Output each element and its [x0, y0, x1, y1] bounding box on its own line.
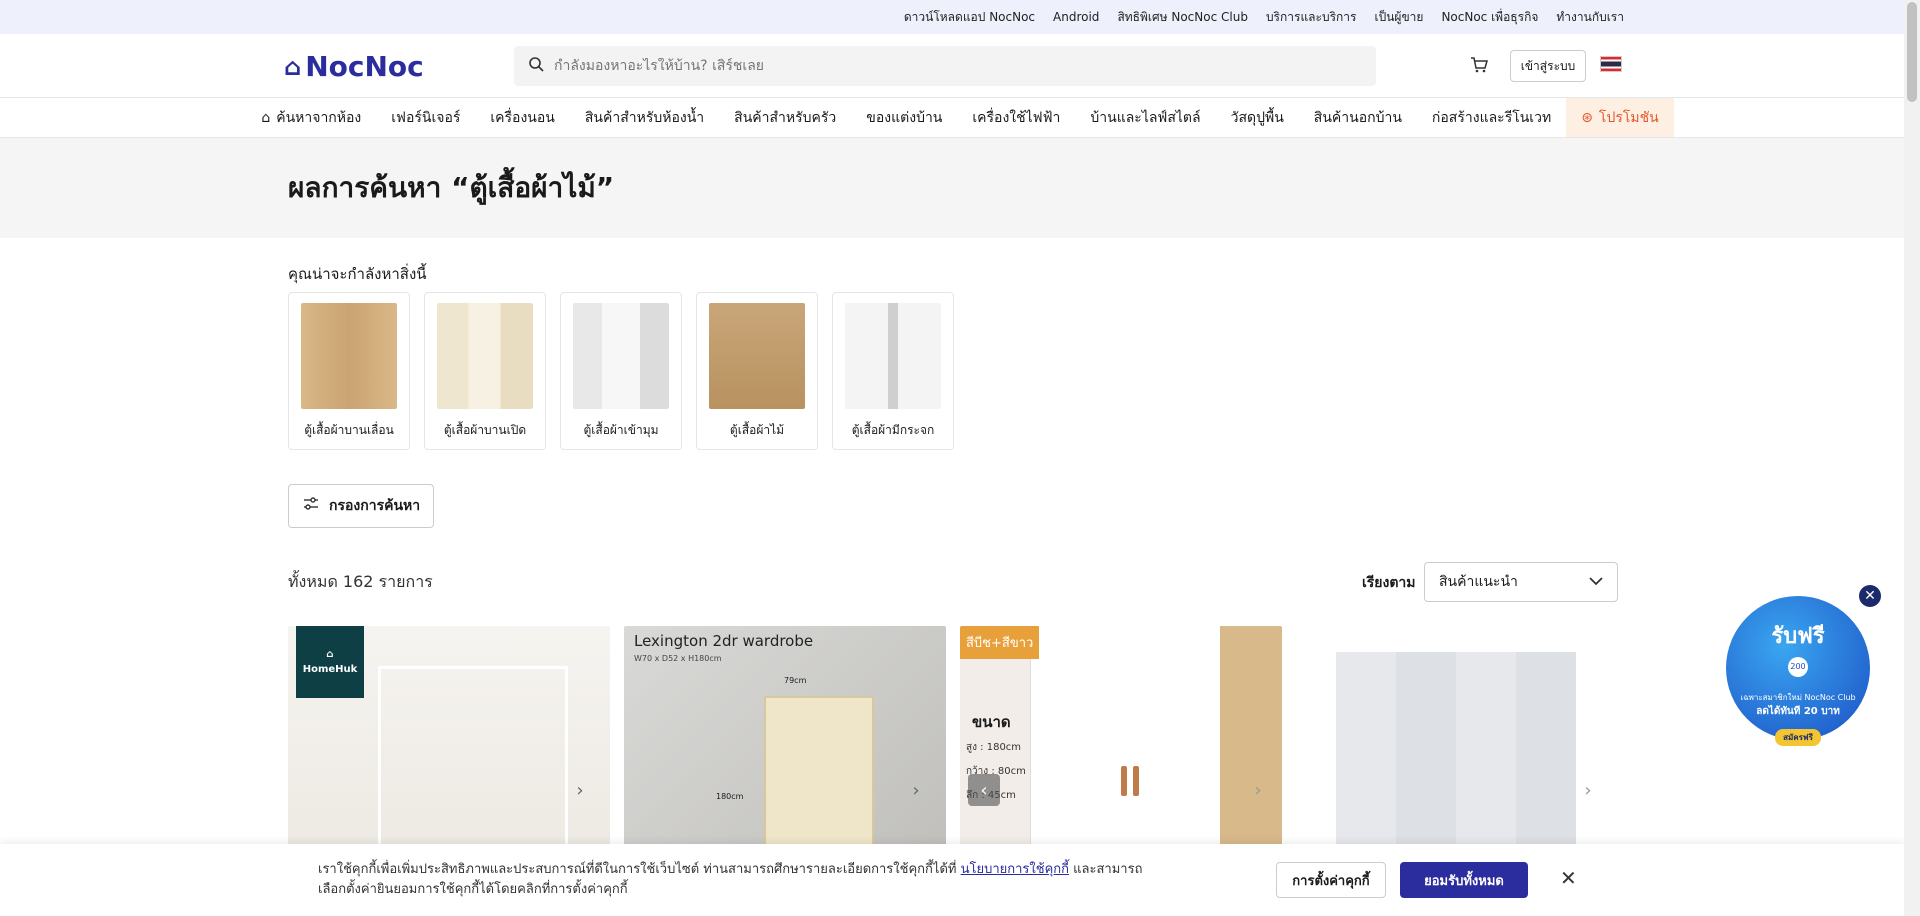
product-image-dims: W70 x D52 x H180cm [634, 654, 722, 663]
suggestion-image [573, 303, 669, 409]
brand-tag: ⌂ HomeHuk [296, 626, 364, 698]
nav-item-furniture[interactable]: เฟอร์นิเจอร์ [376, 98, 475, 137]
topbar-android[interactable]: Android [1053, 10, 1099, 24]
topbar-careers[interactable]: ทำงานกับเรา [1556, 8, 1624, 27]
result-count: ทั้งหมด 162 รายการ [288, 572, 433, 591]
product-image-height: 180cm [716, 792, 744, 801]
close-icon[interactable]: ✕ [1560, 866, 1577, 890]
nav-item-outdoor[interactable]: สินค้านอกบ้าน [1299, 98, 1417, 137]
chevron-down-icon [1589, 574, 1603, 590]
filter-label: กรองการค้นหา [329, 498, 421, 514]
spec-height: สูง : 180cm [966, 742, 1022, 753]
color-tag: สีบีช+สีขาว [960, 626, 1040, 659]
suggestion-mirror[interactable]: ตู้เสื้อผ้ามีกระจก [832, 292, 954, 450]
cabinet-handle [1133, 766, 1139, 796]
next-image-button[interactable]: › [1242, 774, 1274, 806]
next-image-button[interactable]: › [1572, 774, 1604, 806]
promo-title: รับฟรี [1771, 623, 1825, 649]
sort-select[interactable]: สินค้าแนะนำ [1424, 562, 1618, 602]
close-icon[interactable]: ✕ [1859, 585, 1881, 607]
page-title: ผลการค้นหา “ตู้เสื้อผ้าไม้” [288, 171, 615, 204]
search-bar[interactable] [514, 46, 1376, 86]
next-image-button[interactable]: › [900, 774, 932, 806]
nav-item-flooring[interactable]: วัสดุปูพื้น [1216, 98, 1299, 137]
prev-image-button[interactable]: ‹ [968, 774, 1000, 806]
cookie-banner: เราใช้คุกกี้เพื่อเพิ่มประสิทธิภาพและประส… [0, 844, 1904, 916]
search-input[interactable] [554, 58, 1334, 74]
suggestion-hinged[interactable]: ตู้เสื้อผ้าบานเปิด [424, 292, 546, 450]
nav-item-kitchen[interactable]: สินค้าสำหรับครัว [719, 98, 851, 137]
nav-item-bedding[interactable]: เครื่องนอน [475, 98, 569, 137]
cookie-settings-button[interactable]: การตั้งค่าคุกกี้ [1276, 862, 1386, 898]
nav-item-promotion[interactable]: ⊛ โปรโมชัน [1566, 98, 1674, 137]
suggestion-label: ตู้เสื้อผ้าไม้ [729, 423, 785, 437]
suggestion-wooden[interactable]: ตู้เสื้อผ้าไม้ [696, 292, 818, 450]
accept-all-button[interactable]: ยอมรับทั้งหมด [1400, 862, 1528, 898]
logo-house-icon: ⌂ [284, 52, 302, 81]
promo-discount: ลดได้ทันที 20 บาท [1756, 705, 1840, 717]
home-icon: ⌂ [261, 109, 271, 126]
nav-item-construction[interactable]: ก่อสร้างและรีโนเวท [1417, 98, 1566, 137]
suggestion-label: ตู้เสื้อผ้าบานเลื่อน [304, 423, 394, 437]
cart-icon[interactable] [1470, 56, 1488, 79]
suggestion-sliding[interactable]: ตู้เสื้อผ้าบานเลื่อน [288, 292, 410, 450]
header: ⌂ NocNoc เข้าสู่ระบบ [0, 34, 1920, 98]
nocnoc-logo[interactable]: ⌂ NocNoc [284, 50, 424, 83]
top-bar: ดาวน์โหลดแอป NocNoc Android สิทธิพิเศษ N… [0, 0, 1920, 34]
nav-item-decor[interactable]: ของแต่งบ้าน [851, 98, 957, 137]
sort-label: เรียงตาม [1362, 575, 1416, 591]
topbar-club[interactable]: สิทธิพิเศษ NocNoc Club [1117, 8, 1248, 27]
brand-house-icon: ⌂ [326, 649, 334, 660]
cabinet-handle [1121, 766, 1127, 796]
suggestion-corner[interactable]: ตู้เสื้อผ้าเข้ามุม [560, 292, 682, 450]
suggestion-image [709, 303, 805, 409]
suggestion-label: ตู้เสื้อผ้าเข้ามุม [583, 423, 659, 437]
category-nav: ⌂ ค้นหาจากห้อง เฟอร์นิเจอร์ เครื่องนอน ส… [0, 98, 1920, 138]
topbar-seller[interactable]: เป็นผู้ขาย [1375, 8, 1424, 27]
suggest-title: คุณน่าจะกำลังหาสิ่งนี้ [288, 265, 427, 283]
cookie-policy-link[interactable]: นโยบายการใช้คุกกี้ [961, 862, 1069, 877]
filter-icon [303, 496, 319, 516]
nav-item-appliances[interactable]: เครื่องใช้ไฟฟ้า [957, 98, 1075, 137]
promo-icon: ⊛ [1581, 109, 1593, 126]
scrollbar[interactable] [1904, 0, 1920, 916]
suggestion-label: ตู้เสื้อผ้ามีกระจก [851, 423, 935, 437]
filter-button[interactable]: กรองการค้นหา [288, 484, 434, 528]
brand-name: HomeHuk [302, 664, 358, 675]
nav-item-bathroom[interactable]: สินค้าสำหรับห้องน้ำ [570, 98, 719, 137]
cookie-text: เราใช้คุกกี้เพื่อเพิ่มประสิทธิภาพและประส… [318, 860, 1158, 900]
product-image [378, 666, 568, 866]
topbar-download-app[interactable]: ดาวน์โหลดแอป NocNoc [904, 8, 1035, 27]
product-image-width: 79cm [784, 676, 807, 685]
scrollbar-thumb[interactable] [1907, 2, 1917, 102]
suggestion-image [437, 303, 533, 409]
suggestion-image [845, 303, 941, 409]
result-header: ผลการค้นหา “ตู้เสื้อผ้าไม้” [0, 138, 1920, 238]
login-button[interactable]: เข้าสู่ระบบ [1510, 50, 1586, 82]
promo-cta[interactable]: สมัครฟรี [1775, 729, 1821, 746]
size-heading: ขนาด [972, 713, 1011, 731]
suggestion-list: ตู้เสื้อผ้าบานเลื่อน ตู้เสื้อผ้าบานเปิด … [288, 292, 954, 450]
nav-item-room[interactable]: ⌂ ค้นหาจากห้อง [246, 98, 376, 137]
suggestion-image [301, 303, 397, 409]
promo-coin: 200 [1788, 656, 1808, 677]
product-image-title: Lexington 2dr wardrobe [634, 632, 814, 650]
nav-label: ค้นหาจากห้อง [276, 109, 362, 126]
next-image-button[interactable]: › [564, 774, 596, 806]
topbar-business[interactable]: NocNoc เพื่อธุรกิจ [1441, 8, 1538, 27]
cookie-text-before: เราใช้คุกกี้เพื่อเพิ่มประสิทธิภาพและประส… [318, 862, 957, 877]
topbar-services[interactable]: บริการและบริการ [1266, 8, 1357, 27]
search-icon[interactable] [528, 56, 544, 76]
sort-value: สินค้าแนะนำ [1439, 574, 1518, 590]
promo-sub: เฉพาะสมาชิกใหม่ NocNoc Club [1740, 692, 1856, 702]
nav-label: โปรโมชัน [1598, 109, 1659, 126]
logo-text: NocNoc [305, 50, 424, 83]
nav-item-lifestyle[interactable]: บ้านและไลฟ์สไตล์ [1075, 98, 1215, 137]
promo-badge[interactable]: รับฟรี 200 เฉพาะสมาชิกใหม่ NocNoc Club ล… [1726, 596, 1870, 746]
thai-flag-icon[interactable] [1600, 56, 1622, 72]
suggestion-label: ตู้เสื้อผ้าบานเปิด [443, 423, 527, 437]
